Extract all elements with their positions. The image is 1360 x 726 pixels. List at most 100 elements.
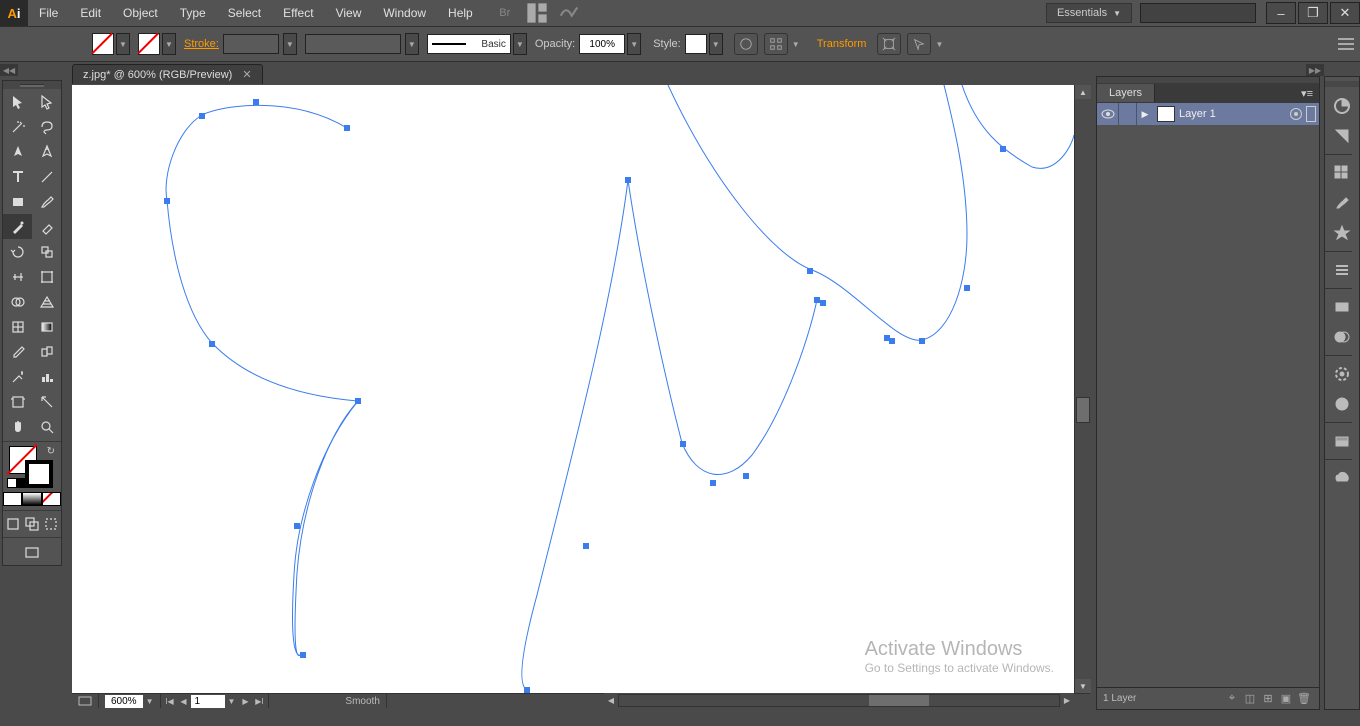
draw-normal-icon[interactable] — [3, 515, 22, 533]
gpu-icon[interactable] — [558, 4, 580, 22]
layer-row[interactable]: ▶ Layer 1 — [1097, 103, 1319, 125]
align-dropdown[interactable]: ▼ — [791, 33, 801, 55]
swap-fill-stroke-icon[interactable]: ↻ — [47, 446, 55, 457]
rectangle-tool[interactable] — [3, 189, 32, 214]
menu-window[interactable]: Window — [372, 0, 437, 26]
layer-expand-icon[interactable]: ▶ — [1137, 109, 1153, 120]
menu-select[interactable]: Select — [217, 0, 272, 26]
menu-object[interactable]: Object — [112, 0, 169, 26]
opacity-input[interactable]: 100% — [579, 34, 625, 54]
menu-help[interactable]: Help — [437, 0, 484, 26]
symbol-sprayer-tool[interactable] — [3, 364, 32, 389]
type-tool[interactable] — [3, 164, 32, 189]
window-minimize-button[interactable]: – — [1266, 2, 1296, 24]
eraser-tool[interactable] — [32, 214, 61, 239]
layers-tab[interactable]: Layers — [1097, 84, 1155, 102]
default-fill-stroke-icon[interactable] — [7, 478, 17, 488]
hscroll-right-button[interactable]: ▶ — [1060, 696, 1074, 705]
line-segment-tool[interactable] — [32, 164, 61, 189]
document-tab-close-icon[interactable]: ✕ — [242, 68, 251, 81]
workspace-switcher[interactable]: Essentials▼ — [1046, 3, 1132, 23]
layer-name[interactable]: Layer 1 — [1179, 108, 1216, 120]
delete-layer-icon[interactable]: 🗑 — [1295, 691, 1313, 707]
stroke-color-icon[interactable] — [25, 460, 53, 488]
layer-target-icon[interactable] — [1290, 108, 1302, 120]
next-artboard-button[interactable]: ▶ — [238, 697, 252, 706]
make-clipping-mask-icon[interactable]: ◫ — [1241, 691, 1259, 707]
free-transform-tool[interactable] — [32, 264, 61, 289]
draw-inside-icon[interactable] — [42, 515, 61, 533]
controlbar-menu[interactable] — [1338, 38, 1354, 50]
right-panels-collapse-grip[interactable]: ▶▶ — [1306, 64, 1324, 76]
menu-view[interactable]: View — [325, 0, 373, 26]
transform-link[interactable]: Transform — [817, 38, 867, 50]
width-tool[interactable] — [3, 264, 32, 289]
new-layer-icon[interactable]: ▣ — [1277, 691, 1295, 707]
rotate-tool[interactable] — [3, 239, 32, 264]
lasso-tool[interactable] — [32, 114, 61, 139]
artboard-dropdown[interactable]: ▼ — [228, 697, 236, 706]
perspective-grid-tool[interactable] — [32, 289, 61, 314]
prev-artboard-button[interactable]: ◀ — [177, 697, 191, 706]
pen-tool[interactable] — [3, 139, 32, 164]
window-close-button[interactable]: ✕ — [1330, 2, 1360, 24]
fill-swatch[interactable] — [92, 33, 114, 55]
transparency-panel-icon[interactable] — [1324, 322, 1360, 352]
window-maximize-button[interactable]: ❐ — [1298, 2, 1328, 24]
select-similar-dropdown[interactable]: ▼ — [934, 33, 944, 55]
menu-file[interactable]: File — [28, 0, 69, 26]
stroke-swatch[interactable] — [138, 33, 160, 55]
toolbox-grip[interactable] — [3, 81, 61, 89]
brush-dropdown[interactable]: ▼ — [513, 33, 527, 55]
last-artboard-button[interactable]: ▶I — [252, 697, 266, 706]
align-button[interactable] — [764, 33, 788, 55]
layer-lock-slot[interactable] — [1119, 103, 1137, 125]
zoom-input[interactable]: 600% — [105, 695, 143, 708]
horizontal-scrollbar[interactable]: ◀ ▶ — [604, 693, 1074, 708]
color-guide-panel-icon[interactable] — [1324, 121, 1360, 151]
selection-tool[interactable] — [3, 89, 32, 114]
swatches-panel-icon[interactable] — [1324, 158, 1360, 188]
toolbox-collapse-grip[interactable]: ◀◀ — [0, 64, 18, 76]
fill-dropdown[interactable]: ▼ — [116, 33, 130, 55]
stroke-panel-icon[interactable] — [1324, 255, 1360, 285]
arrange-documents-icon[interactable] — [526, 4, 548, 22]
draw-behind-icon[interactable] — [22, 515, 41, 533]
scale-tool[interactable] — [32, 239, 61, 264]
stroke-weight-input[interactable] — [223, 34, 279, 54]
layer-visibility-icon[interactable] — [1097, 103, 1119, 125]
new-sublayer-icon[interactable]: ⊞ — [1259, 691, 1277, 707]
blend-tool[interactable] — [32, 339, 61, 364]
first-artboard-button[interactable]: I◀ — [163, 697, 177, 706]
layers-panel-menu-icon[interactable]: ▾≡ — [1301, 87, 1313, 100]
stroke-weight-dropdown[interactable]: ▼ — [283, 33, 297, 55]
bridge-icon[interactable]: Br — [494, 4, 516, 22]
fill-stroke-control[interactable]: ↻ — [3, 444, 61, 490]
color-mode-none[interactable] — [42, 490, 61, 508]
scroll-up-button[interactable]: ▲ — [1075, 85, 1091, 99]
stroke-dropdown[interactable]: ▼ — [162, 33, 176, 55]
paintbrush-tool[interactable] — [32, 189, 61, 214]
menu-effect[interactable]: Effect — [272, 0, 324, 26]
color-panel-icon[interactable] — [1324, 91, 1360, 121]
graphic-styles-panel-icon[interactable] — [1324, 389, 1360, 419]
select-similar-button[interactable] — [907, 33, 931, 55]
variable-width-profile[interactable] — [305, 34, 401, 54]
vertical-scrollbar[interactable]: ▲ ▼ — [1074, 85, 1090, 693]
artboard-tool[interactable] — [3, 389, 32, 414]
scroll-down-button[interactable]: ▼ — [1075, 679, 1091, 693]
direct-selection-tool[interactable] — [32, 89, 61, 114]
eyedropper-tool[interactable] — [3, 339, 32, 364]
zoom-dropdown[interactable]: ▼ — [146, 697, 154, 706]
artboard-number-input[interactable]: 1 — [191, 695, 225, 708]
color-mode-solid[interactable] — [3, 490, 22, 508]
variable-width-dropdown[interactable]: ▼ — [405, 33, 419, 55]
menu-edit[interactable]: Edit — [69, 0, 112, 26]
iconstrip-grip[interactable] — [1325, 81, 1359, 87]
column-graph-tool[interactable] — [32, 364, 61, 389]
gradient-p-panel-icon[interactable] — [1324, 292, 1360, 322]
horizontal-scroll-thumb[interactable] — [869, 695, 929, 706]
slice-tool[interactable] — [32, 389, 61, 414]
shape-builder-tool[interactable] — [3, 289, 32, 314]
canvas[interactable]: Activate Windows Go to Settings to activ… — [72, 85, 1074, 693]
